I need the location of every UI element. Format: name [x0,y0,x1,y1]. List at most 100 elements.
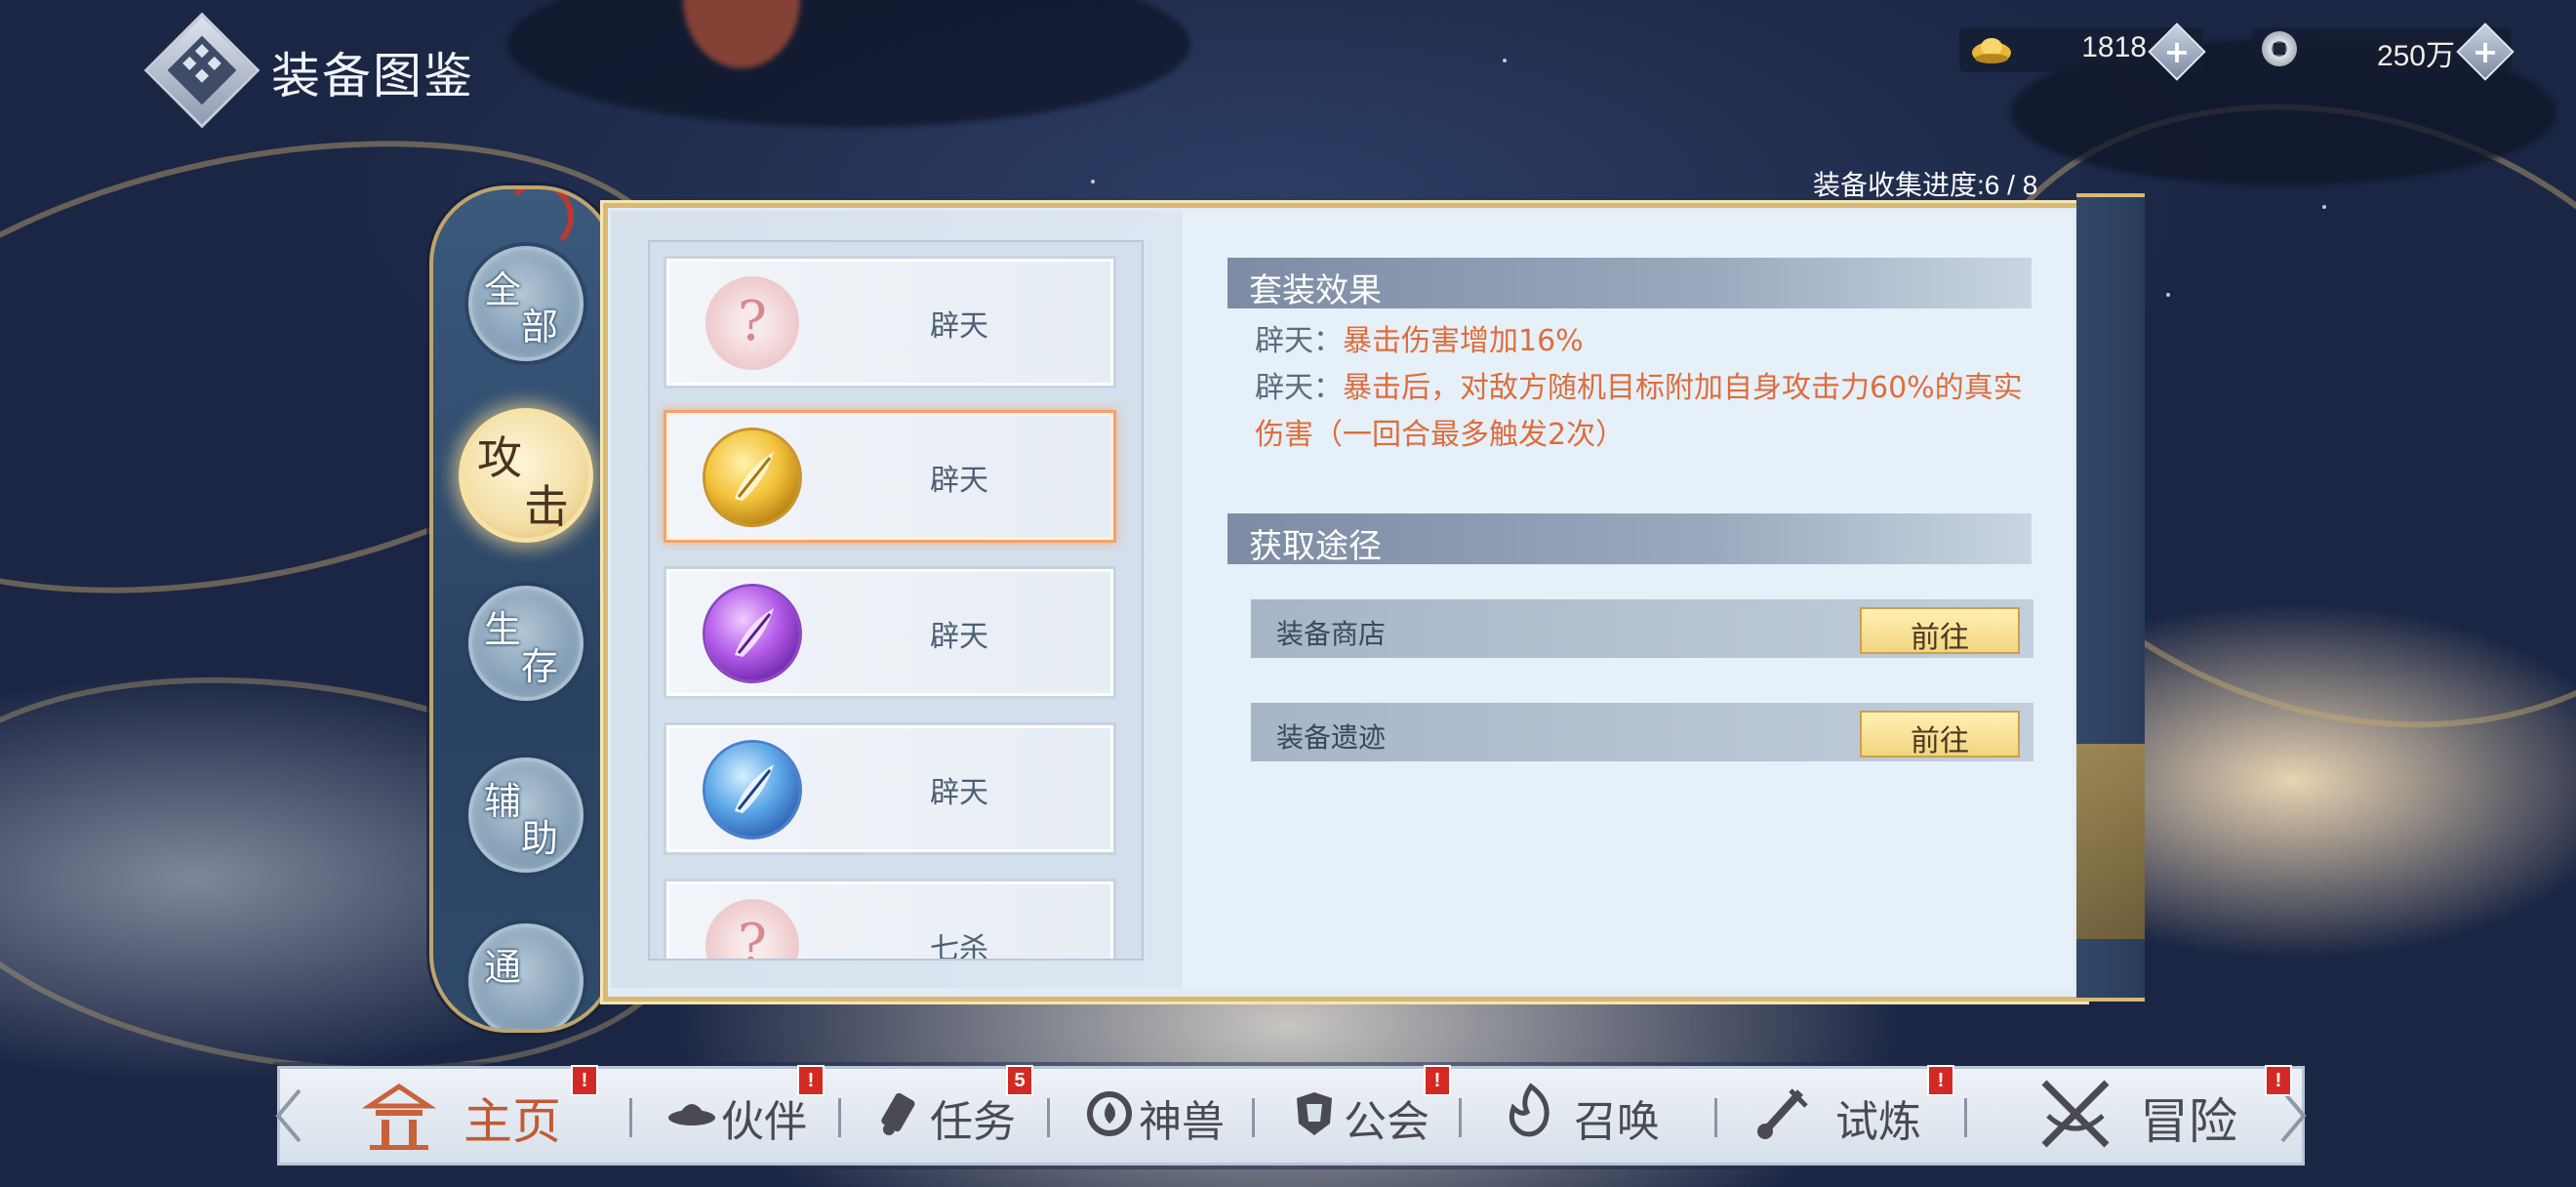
equipment-name: 辟天 [930,309,988,344]
notification-badge: ! [797,1065,825,1096]
go-button[interactable]: 前往 [1860,711,2020,758]
nav-label: 任务 [930,1097,1016,1147]
add-ingot-button[interactable]: + [2148,22,2206,81]
source-label: 装备商店 [1276,618,1387,650]
nav-tasks[interactable]: 任务 5 [875,1065,1033,1163]
tab-label-char: 辅 [484,780,522,823]
nav-summon[interactable]: 召唤 [1502,1069,1677,1163]
set-effect-line: 辟天：暴击伤害增加16% [1255,318,2047,365]
tab-label-char: 助 [521,817,559,860]
tab-label-char: 击 [524,480,569,533]
nav-divider [1964,1098,1967,1137]
plus-icon: + [2472,33,2499,70]
equipment-item-selected[interactable]: 辟天 [664,410,1116,543]
equipment-item[interactable]: ? 七杀 [664,879,1116,961]
plus-icon: + [2163,33,2191,70]
nav-beast[interactable]: 神兽 [1084,1069,1240,1163]
effect-text: 暴击伤害增加16% [1343,324,1584,358]
book-spine [2076,193,2145,1002]
equipment-item[interactable]: 辟天 [664,722,1116,855]
nav-partner[interactable]: 伙伴 ! [666,1065,825,1163]
equipment-name: 七杀 [930,932,988,961]
nav-label: 主页 [463,1093,561,1150]
equipment-name: 辟天 [930,620,988,654]
add-coin-button[interactable]: + [2456,22,2515,81]
partner-hat-icon [668,1104,715,1126]
source-row: 装备遗迹 前往 [1251,703,2033,761]
decor-star [2322,205,2326,209]
source-label: 装备遗迹 [1276,721,1387,754]
tab-support[interactable]: 辅 助 [468,757,584,873]
nav-divider [1714,1098,1717,1137]
equipment-list[interactable]: ? 辟天 辟天 辟天 辟天 ? 七杀 [648,240,1144,961]
decor-star [1091,180,1095,184]
go-button-label: 前往 [1911,724,1969,758]
decor-star [2166,293,2170,297]
home-pavilion-icon [361,1083,437,1150]
effect-key: 辟天： [1255,324,1343,358]
nav-divider [838,1098,841,1137]
notification-badge: ! [1424,1065,1451,1096]
notification-badge: 5 [1006,1065,1033,1096]
tab-label-char: 攻 [477,431,522,484]
notification-badge: ! [2265,1065,2292,1096]
nav-guild[interactable]: 公会 ! [1289,1065,1451,1163]
effect-text: 暴击后，对敌方随机目标附加自身攻击力60%的真实伤害（一回合最多触发2次） [1255,371,2023,452]
blue-feather-orb-icon [705,743,799,837]
purple-feather-orb-icon [705,587,799,680]
nav-trial[interactable]: 试炼 ! [1751,1065,1966,1163]
collection-progress: 装备收集进度:6 / 8 [1813,170,2038,200]
equipment-name: 辟天 [930,464,988,498]
guild-shield-icon [1297,1092,1332,1135]
notification-badge: ! [571,1065,598,1096]
unknown-orb-icon: ? [705,276,799,370]
notification-badge: ! [1927,1065,1954,1096]
bottom-nav-bar: 主页 ! 伙伴 ! 任务 5 神兽 公会 ! 召唤 试炼 ! 冒险 ! [275,1065,2307,1166]
equipment-item[interactable]: 辟天 [664,566,1116,699]
gold-ingot-icon [1972,38,2011,63]
nav-label: 召唤 [1574,1097,1660,1147]
tab-label-char: 存 [521,645,559,688]
go-button[interactable]: 前往 [1860,607,2020,655]
tab-label-char: 部 [521,306,559,348]
currency-ingot: 1818 + [1959,22,2206,81]
nav-divider [1252,1098,1255,1137]
tab-label-char: 生 [484,608,522,651]
equipment-name: 辟天 [930,776,988,810]
tab-label-char: 全 [484,268,522,311]
source-row: 装备商店 前往 [1251,599,2033,658]
nav-label: 冒险 [2140,1093,2237,1150]
summon-flame-icon [1509,1083,1550,1137]
currency-coin: 250万 + [2252,22,2515,81]
trial-sword-icon [1757,1088,1808,1139]
effect-key: 辟天： [1255,371,1343,405]
unknown-orb-icon: ? [705,899,799,959]
nav-label: 试炼 [1835,1097,1921,1147]
set-effect-header: 套装效果 [1228,258,2032,310]
decor-star [1503,59,1507,62]
decor-ring-icon [503,189,574,252]
nav-home[interactable]: 主页 ! [360,1065,598,1163]
nav-left-arrow-icon [275,1088,302,1143]
page-title: 装备图鉴 [271,48,474,104]
nav-label: 神兽 [1139,1097,1225,1147]
sources-heading: 获取途径 [1249,527,1382,566]
nav-adventure[interactable]: 冒险 ! [2034,1065,2292,1163]
nav-label: 伙伴 [721,1097,807,1147]
nav-divider [1047,1098,1050,1137]
tab-all[interactable]: 全 部 [468,246,584,361]
sources-header: 获取途径 [1228,513,2032,566]
nav-divider [1459,1098,1462,1137]
gold-feather-orb-icon [705,430,799,524]
set-effect-heading: 套装效果 [1249,271,1382,310]
tab-survival[interactable]: 生 存 [468,586,584,701]
nav-divider [629,1098,632,1137]
beast-swirl-icon [1087,1091,1132,1136]
equipment-item[interactable]: ? 辟天 [664,256,1116,389]
category-tab-bar: 全 部 攻 击 生 存 辅 助 通 [429,185,617,1033]
set-effect-line: 辟天：暴击后，对敌方随机目标附加自身攻击力60%的真实伤害（一回合最多触发2次） [1255,365,2047,459]
go-button-label: 前往 [1911,621,1969,655]
tab-attack[interactable]: 攻 击 [459,408,593,543]
tab-general[interactable]: 通 [468,923,584,1029]
nav-label: 公会 [1344,1097,1429,1147]
